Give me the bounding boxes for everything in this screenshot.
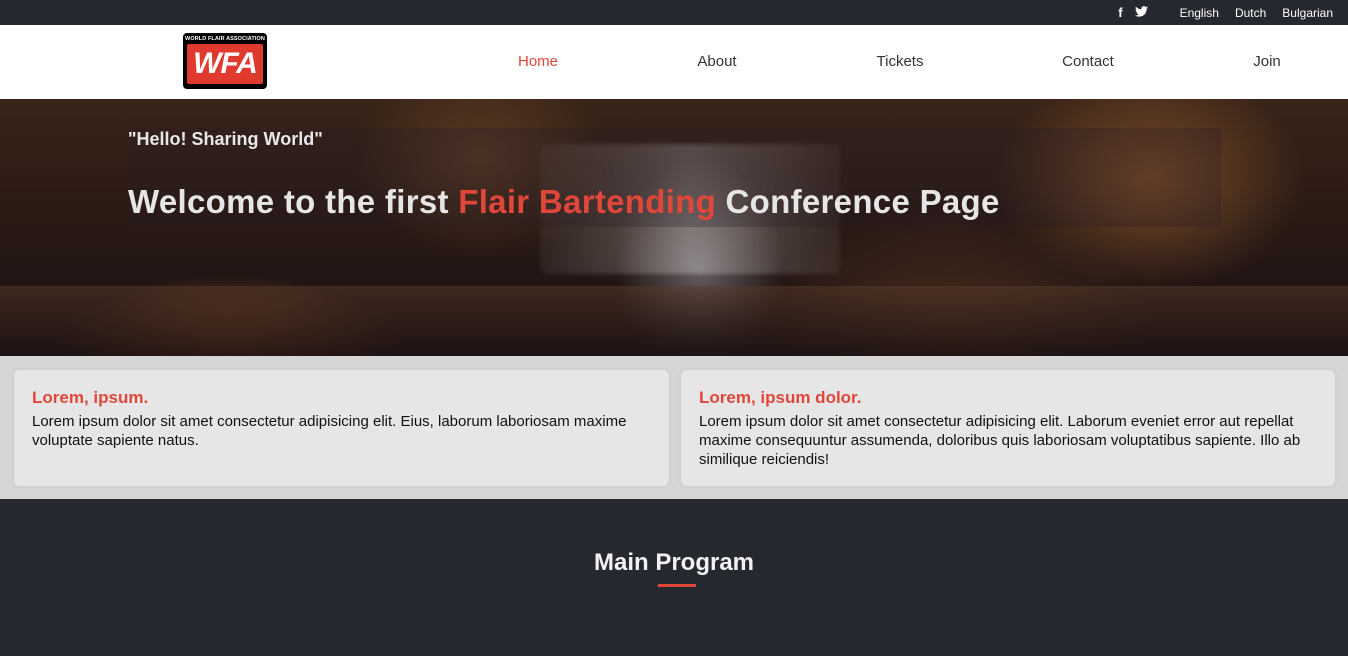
lang-english[interactable]: English <box>1180 6 1219 20</box>
facebook-icon[interactable]: f <box>1118 5 1122 20</box>
logo-tagline: WORLD FLAIR ASSOCIATION <box>185 36 265 42</box>
twitter-icon[interactable] <box>1134 5 1148 20</box>
card-text: Lorem ipsum dolor sit amet consectetur a… <box>32 413 627 449</box>
headline-part-2: Conference Page <box>716 183 1000 220</box>
info-card: Lorem, ipsum. Lorem ipsum dolor sit amet… <box>14 370 669 486</box>
card-text: Lorem ipsum dolor sit amet consectetur a… <box>699 413 1301 468</box>
info-cards: Lorem, ipsum. Lorem ipsum dolor sit amet… <box>0 356 1348 499</box>
nav-join[interactable]: Join <box>1227 25 1307 99</box>
lang-dutch[interactable]: Dutch <box>1235 6 1266 20</box>
main-program-section: Main Program <box>0 499 1348 656</box>
hero-tagline: "Hello! Sharing World" <box>128 129 323 149</box>
top-bar: f English Dutch Bulgarian <box>0 0 1348 25</box>
title-underline <box>658 584 696 587</box>
headline-part-1: Welcome to the first <box>128 183 459 220</box>
social-links: f <box>1118 5 1148 20</box>
nav-about[interactable]: About <box>677 25 757 99</box>
nav-contact[interactable]: Contact <box>1048 25 1128 99</box>
lang-bulgarian[interactable]: Bulgarian <box>1282 6 1333 20</box>
wfa-logo[interactable]: WORLD FLAIR ASSOCIATION WFA <box>183 33 267 89</box>
hero-banner: "Hello! Sharing World" Welcome to the fi… <box>0 99 1348 356</box>
headline-accent: Flair Bartending <box>458 183 717 220</box>
nav-home[interactable]: Home <box>498 25 578 99</box>
nav-tickets[interactable]: Tickets <box>860 25 940 99</box>
hero-background-counter <box>0 286 1348 356</box>
card-title: Lorem, ipsum. <box>32 388 149 407</box>
hero-headline: Welcome to the first Flair Bartending Co… <box>128 183 1000 221</box>
logo-mark: WFA <box>187 44 263 84</box>
main-navbar: WORLD FLAIR ASSOCIATION WFA Home About T… <box>0 25 1348 99</box>
info-card: Lorem, ipsum dolor. Lorem ipsum dolor si… <box>681 370 1335 486</box>
card-title: Lorem, ipsum dolor. <box>699 388 862 407</box>
section-title: Main Program <box>593 549 755 576</box>
